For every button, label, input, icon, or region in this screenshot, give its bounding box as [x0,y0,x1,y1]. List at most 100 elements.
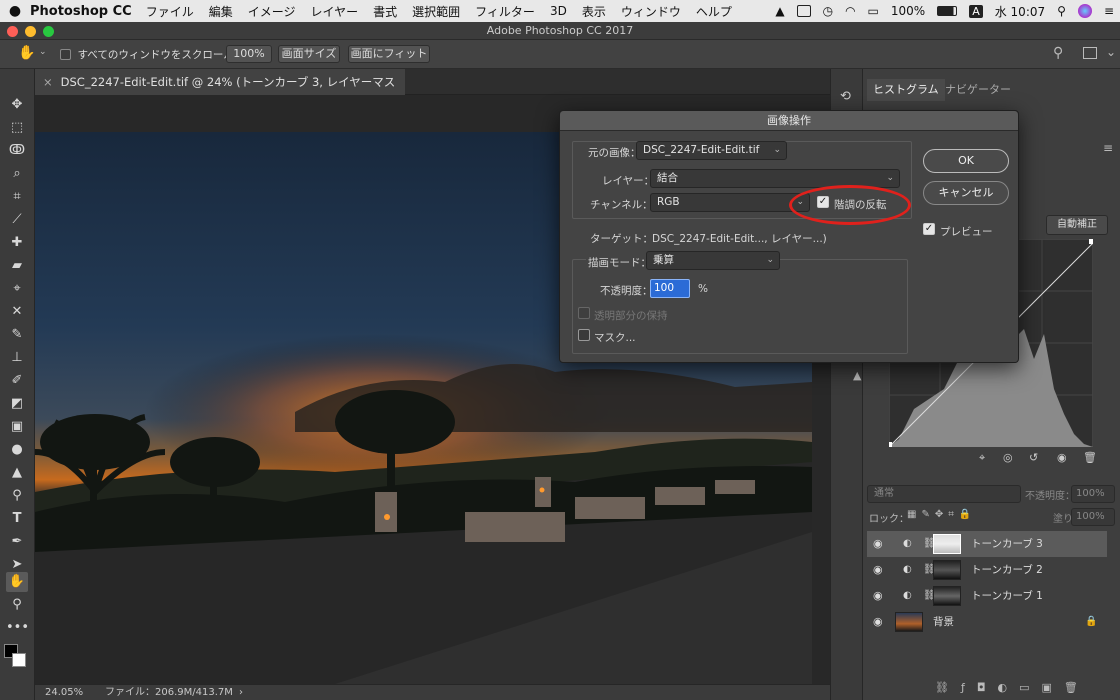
menu-edit[interactable]: 編集 [209,3,233,20]
pen-tool-icon[interactable]: ✒ [6,532,28,552]
blur-tool-icon[interactable]: ● [6,440,28,460]
zoom-tool-icon[interactable]: ⚲ [6,595,28,615]
gradient-tool-icon[interactable]: ▣ [6,417,28,437]
menu-layer[interactable]: レイヤー [311,3,359,20]
status-expand-icon[interactable]: › [239,685,243,700]
sharpen-tool-icon[interactable]: ▲ [6,463,28,483]
visibility-toggle-icon[interactable]: ◉ [1057,451,1067,464]
quick-select-tool-icon[interactable]: ⌕ [6,164,28,184]
type-tool-icon[interactable]: T [6,509,28,529]
close-window-button[interactable] [7,26,18,37]
hand-tool-icon[interactable]: ✋ [18,45,35,61]
spotlight-icon[interactable]: ⚲ [1057,4,1066,18]
lasso-tool-icon[interactable]: ↂ [6,141,28,161]
menu-file[interactable]: ファイル [146,3,194,20]
layer-mask-thumbnail[interactable] [933,560,961,580]
layer-mask-thumbnail[interactable] [933,534,961,554]
preserve-transparency-checkbox[interactable] [578,307,590,319]
layers-footer-icons[interactable]: ⛓ƒ◘◐▭▣🗑 [935,681,1090,694]
time-machine-icon[interactable]: ◷ [823,4,833,18]
menu-type[interactable]: 書式 [373,3,397,20]
crop-tool-icon[interactable]: ⌗ [6,187,28,207]
workspace-dropdown-icon[interactable]: ⌄ [1106,45,1116,59]
wifi-icon[interactable]: ◠ [845,4,855,18]
siri-icon[interactable] [1077,4,1092,18]
layer-row[interactable]: ◉ 背景 🔒 [867,609,1107,635]
close-tab-icon[interactable]: × [43,75,53,89]
minimize-window-button[interactable] [25,26,36,37]
eraser-tool-icon[interactable]: ◩ [6,394,28,414]
brush-tool-icon[interactable]: ▰ [6,256,28,276]
clone-stamp-tool-icon[interactable]: ⊥ [6,348,28,368]
more-tools-icon[interactable]: ••• [6,618,29,638]
clock[interactable]: 水 10:07 [995,3,1045,20]
history-panel-icon[interactable]: ⟲ [840,89,851,104]
status-zoom[interactable]: 24.05% [45,685,83,700]
art-history-tool-icon[interactable]: ✐ [6,371,28,391]
healing-brush-tool-icon[interactable]: ✚ [6,233,28,253]
fill-screen-button[interactable]: 画面にフィット [348,45,430,63]
channel-select[interactable]: RGB ⌄ [650,193,810,212]
lock-icons[interactable]: ▦✎✥⌗🔒 [907,509,976,520]
drive-icon[interactable]: ▲ [775,4,784,18]
background-color-swatch[interactable] [12,653,26,667]
input-mode-indicator[interactable]: A [969,4,983,18]
airplay-icon[interactable]: ▭ [868,4,879,18]
paint-brush-tool-icon[interactable]: ✎ [6,325,28,345]
document-tab[interactable]: × DSC_2247-Edit-Edit.tif @ 24% (トーンカーブ 3,… [35,69,405,115]
mask-checkbox[interactable] [578,329,590,341]
search-icon[interactable]: ⚲ [1053,45,1063,61]
workspace-icon[interactable] [1083,47,1097,59]
auto-adjust-button[interactable]: 自動補正 [1046,215,1108,235]
dodge-tool-icon[interactable]: ⚲ [6,486,28,506]
battery-icon[interactable] [937,6,958,16]
apple-menu-icon[interactable]: ● [0,3,30,19]
menu-filter[interactable]: フィルター [475,3,535,20]
fit-screen-button[interactable]: 画面サイズ [278,45,340,63]
eyedropper-tool-icon[interactable]: ⟋ [6,210,28,230]
menu-view[interactable]: 表示 [582,3,606,20]
menu-help[interactable]: ヘルプ [696,3,732,20]
eye-icon[interactable]: ◉ [873,609,887,635]
delete-adjustment-icon[interactable]: 🗑 [1083,451,1097,464]
tab-histogram[interactable]: ヒストグラム [867,79,945,101]
layer-opacity-field[interactable]: 100% [1071,485,1115,503]
fill-field[interactable]: 100% [1071,508,1115,526]
layer-row[interactable]: ◉ ◐ ⛓ トーンカーブ 2 [867,557,1107,583]
menu-image[interactable]: イメージ [248,3,296,20]
menu-window[interactable]: ウィンドウ [621,3,681,20]
layer-thumbnail[interactable] [895,612,923,632]
zoom-window-button[interactable] [43,26,54,37]
blend-mode-select[interactable]: 通常 [867,485,1021,503]
sample-in-image-icon[interactable]: ⌖ [979,451,985,465]
layer-row[interactable]: ◉ ◐ ⛓ トーンカーブ 3 [867,531,1107,557]
preview-label[interactable]: プレビュー [940,224,993,239]
eye-icon[interactable]: ◉ [873,583,887,609]
mask-label[interactable]: マスク... [594,330,636,345]
stamp-tool-icon[interactable]: ⌖ [6,279,28,299]
blend-mode-select[interactable]: 乗算 ⌄ [646,251,780,270]
cancel-button[interactable]: キャンセル [923,181,1009,205]
panel-menu-icon[interactable]: ≡ [1103,141,1113,155]
view-previous-icon[interactable]: ◎ [1003,451,1013,464]
preview-checkbox[interactable]: ✓ [923,223,935,235]
source-select[interactable]: DSC_2247-Edit-Edit.tif ⌄ [636,141,787,160]
tool-preset-dropdown-icon[interactable]: ⌄ [39,47,47,57]
layer-mask-thumbnail[interactable] [933,586,961,606]
layer-row[interactable]: ◉ ◐ ⛓ トーンカーブ 1 [867,583,1107,609]
eye-icon[interactable]: ◉ [873,557,887,583]
eye-icon[interactable]: ◉ [873,531,887,557]
window-icon[interactable] [796,5,811,17]
hand-tool-active-icon[interactable]: ✋ [6,572,28,592]
app-menu[interactable]: Photoshop CC [30,4,132,19]
marquee-tool-icon[interactable]: ⬚ [6,118,28,138]
menu-3d[interactable]: 3D [550,4,567,18]
menu-select[interactable]: 選択範囲 [412,3,460,20]
scroll-all-checkbox[interactable] [60,49,71,60]
move-tool-icon[interactable]: ✥ [6,95,28,115]
notification-center-icon[interactable]: ≡ [1104,4,1114,18]
scroll-all-windows-option[interactable]: すべてのウィンドウをスクロール [60,47,234,62]
reset-icon[interactable]: ↺ [1029,451,1038,464]
zoom-100-button[interactable]: 100% [226,45,272,63]
opacity-input[interactable]: 100 [650,279,690,298]
